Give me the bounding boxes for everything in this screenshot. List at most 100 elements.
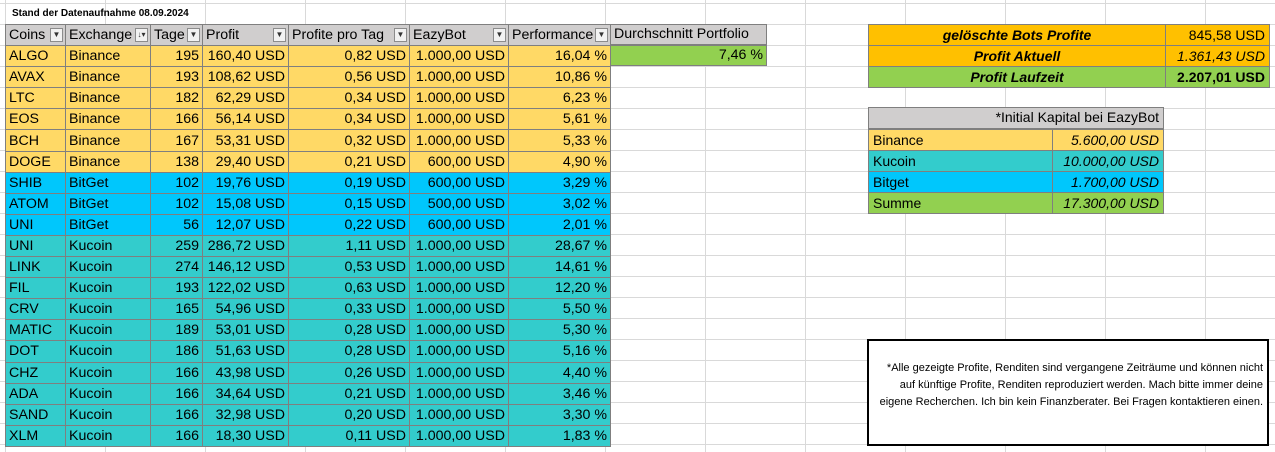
table-row[interactable]: ATOM BitGet 102 15,08 USD 0,15 USD 500,00 USD… (5, 192, 611, 215)
table-row[interactable]: BCH Binance 167 53,31 USD 0,32 USD 1.000,00 U… (5, 129, 611, 152)
cell-coin[interactable]: ALGO (5, 45, 66, 68)
cell-profit[interactable]: 62,29 USD (202, 87, 289, 110)
cell-eazybot[interactable]: 1.000,00 USD (409, 45, 509, 68)
cell-profit-pro-tag[interactable]: 0,28 USD (288, 340, 410, 363)
cell-profit-pro-tag[interactable]: 0,34 USD (288, 87, 410, 110)
cell-tage[interactable]: 182 (150, 87, 203, 110)
cell-profit-pro-tag[interactable]: 0,53 USD (288, 256, 410, 279)
cell-profit[interactable]: 54,96 USD (202, 298, 289, 321)
cell-performance[interactable]: 3,02 % (508, 192, 611, 215)
cell-tage[interactable]: 165 (150, 298, 203, 321)
cell-tage[interactable]: 193 (150, 277, 203, 300)
cell-eazybot[interactable]: 600,00 USD (409, 150, 509, 173)
cell-performance[interactable]: 16,04 % (508, 45, 611, 68)
cell-exchange[interactable]: Binance (65, 108, 151, 131)
table-row[interactable]: ALGO Binance 195 160,40 USD 0,82 USD 1.000,00… (5, 45, 611, 68)
cell-exchange[interactable]: Binance (65, 45, 151, 68)
table-row[interactable]: EOS Binance 166 56,14 USD 0,34 USD 1.000,00 U… (5, 108, 611, 131)
cell-tage[interactable]: 102 (150, 192, 203, 215)
cell-tage[interactable]: 274 (150, 256, 203, 279)
cell-coin[interactable]: ATOM (5, 192, 66, 215)
cell-profit-pro-tag[interactable]: 0,19 USD (288, 171, 410, 194)
cell-tage[interactable]: 56 (150, 213, 203, 236)
cell-coin[interactable]: CHZ (5, 361, 66, 384)
cell-performance[interactable]: 5,30 % (508, 319, 611, 342)
cell-performance[interactable]: 5,50 % (508, 298, 611, 321)
cell-eazybot[interactable]: 1.000,00 USD (409, 298, 509, 321)
profit-aktuell-label[interactable]: Profit Aktuell (868, 45, 1166, 67)
cell-profit[interactable]: 108,62 USD (202, 66, 289, 89)
cell-exchange[interactable]: Binance (65, 129, 151, 152)
cell-tage[interactable]: 166 (150, 382, 203, 405)
capital-exchange-name[interactable]: Summe (868, 192, 1053, 214)
capital-exchange-name[interactable]: Bitget (868, 171, 1053, 193)
cell-tage[interactable]: 193 (150, 66, 203, 89)
capital-row[interactable]: Bitget 1.700,00 USD (868, 171, 1164, 193)
profit-aktuell-value[interactable]: 1.361,43 USD (1165, 45, 1270, 67)
geloeschte-bots-value[interactable]: 845,58 USD (1165, 24, 1270, 46)
summary-row-geloeschte[interactable]: gelöschte Bots Profite 845,58 USD (868, 24, 1270, 46)
cell-profit-pro-tag[interactable]: 0,33 USD (288, 298, 410, 321)
cell-tage[interactable]: 102 (150, 171, 203, 194)
cell-coin[interactable]: AVAX (5, 66, 66, 89)
cell-coin[interactable]: BCH (5, 129, 66, 152)
cell-eazybot[interactable]: 1.000,00 USD (409, 66, 509, 89)
cell-profit[interactable]: 51,63 USD (202, 340, 289, 363)
table-row[interactable]: ADA Kucoin 166 34,64 USD 0,21 USD 1.000,00 US… (5, 382, 611, 405)
capital-row[interactable]: Kucoin 10.000,00 USD (868, 150, 1164, 172)
table-row[interactable]: DOGE Binance 138 29,40 USD 0,21 USD 600,00 US… (5, 150, 611, 173)
cell-tage[interactable]: 259 (150, 234, 203, 258)
capital-amount[interactable]: 17.300,00 USD (1052, 192, 1164, 214)
table-row[interactable]: LINK Kucoin 274 146,12 USD 0,53 USD 1.000,00 … (5, 256, 611, 279)
cell-performance[interactable]: 10,86 % (508, 66, 611, 89)
initial-capital-title[interactable]: *Initial Kapital bei EazyBot (868, 107, 1164, 129)
summary-row-laufzeit[interactable]: Profit Laufzeit 2.207,01 USD (868, 66, 1270, 88)
cell-exchange[interactable]: Kucoin (65, 277, 151, 300)
cell-eazybot[interactable]: 1.000,00 USD (409, 129, 509, 152)
cell-exchange[interactable]: Kucoin (65, 256, 151, 279)
cell-tage[interactable]: 186 (150, 340, 203, 363)
cell-performance[interactable]: 3,29 % (508, 171, 611, 194)
cell-performance[interactable]: 14,61 % (508, 256, 611, 279)
cell-performance[interactable]: 5,16 % (508, 340, 611, 363)
table-row[interactable]: FIL Kucoin 193 122,02 USD 0,63 USD 1.000,00 U… (5, 277, 611, 300)
cell-eazybot[interactable]: 1.000,00 USD (409, 277, 509, 300)
table-row[interactable]: XLM Kucoin 166 18,30 USD 0,11 USD 1.000,00 US… (5, 424, 611, 447)
cell-profit[interactable]: 12,07 USD (202, 213, 289, 236)
disclaimer-textbox[interactable]: *Alle gezeigte Profite, Renditen sind ve… (867, 339, 1269, 446)
cell-eazybot[interactable]: 1.000,00 USD (409, 424, 509, 447)
cell-eazybot[interactable]: 600,00 USD (409, 171, 509, 194)
cell-eazybot[interactable]: 1.000,00 USD (409, 256, 509, 279)
cell-profit-pro-tag[interactable]: 0,11 USD (288, 424, 410, 447)
filter-dropdown-icon[interactable]: ▼ (394, 28, 407, 42)
cell-profit[interactable]: 53,01 USD (202, 319, 289, 342)
cell-eazybot[interactable]: 1.000,00 USD (409, 319, 509, 342)
cell-exchange[interactable]: BitGet (65, 213, 151, 236)
cell-eazybot[interactable]: 1.000,00 USD (409, 108, 509, 131)
cell-exchange[interactable]: Kucoin (65, 424, 151, 447)
cell-profit-pro-tag[interactable]: 0,28 USD (288, 319, 410, 342)
cell-tage[interactable]: 167 (150, 129, 203, 152)
capital-exchange-name[interactable]: Kucoin (868, 150, 1053, 172)
cell-exchange[interactable]: BitGet (65, 171, 151, 194)
capital-amount[interactable]: 10.000,00 USD (1052, 150, 1164, 172)
cell-profit-pro-tag[interactable]: 0,56 USD (288, 66, 410, 89)
cell-eazybot[interactable]: 1.000,00 USD (409, 234, 509, 258)
profit-laufzeit-label[interactable]: Profit Laufzeit (868, 66, 1166, 88)
cell-coin[interactable]: ADA (5, 382, 66, 405)
durchschnitt-portfolio-value[interactable]: 7,46 % (610, 45, 767, 66)
cell-profit[interactable]: 286,72 USD (202, 234, 289, 258)
cell-coin[interactable]: SAND (5, 403, 66, 426)
table-row[interactable]: UNI Kucoin 259 286,72 USD 1,11 USD 1.000,00 U… (5, 234, 611, 258)
profit-laufzeit-value[interactable]: 2.207,01 USD (1165, 66, 1270, 88)
cell-performance[interactable]: 4,90 % (508, 150, 611, 173)
cell-tage[interactable]: 166 (150, 424, 203, 447)
cell-coin[interactable]: CRV (5, 298, 66, 321)
cell-performance[interactable]: 6,23 % (508, 87, 611, 110)
cell-profit-pro-tag[interactable]: 0,63 USD (288, 277, 410, 300)
cell-profit-pro-tag[interactable]: 0,22 USD (288, 213, 410, 236)
table-row[interactable]: SHIB BitGet 102 19,76 USD 0,19 USD 600,00 USD… (5, 171, 611, 194)
cell-coin[interactable]: FIL (5, 277, 66, 300)
cell-profit-pro-tag[interactable]: 0,21 USD (288, 150, 410, 173)
cell-profit-pro-tag[interactable]: 0,15 USD (288, 192, 410, 215)
